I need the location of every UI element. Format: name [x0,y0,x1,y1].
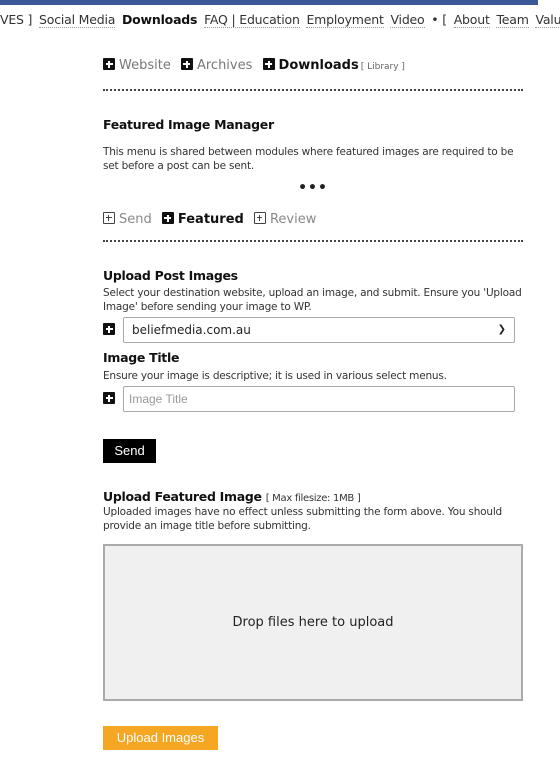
tab-label: Archives [196,58,253,73]
tab-label: Review [269,212,317,227]
nav-item-values[interactable]: Values [535,12,560,28]
divider [103,89,523,91]
plus-square-icon [103,58,115,70]
plus-square-icon[interactable] [103,323,115,335]
nav-item-about[interactable]: About [453,12,490,28]
image-title-description: Ensure your image is descriptive; it is … [103,370,447,382]
nav-separator: • [ [431,12,447,27]
featured-manager-description: This menu is shared between modules wher… [103,146,514,172]
tab-featured[interactable]: Featured [161,212,244,227]
tab-label: Website [119,58,171,73]
plus-square-icon [180,58,193,70]
max-filesize-note: [ Max filesize: 1MB ] [265,493,361,504]
nav-item-video[interactable]: Video [390,12,425,28]
site-select-row: beliefmedia.com.au ❯ [103,317,515,343]
tab-website[interactable]: Website [103,58,171,73]
upload-images-button[interactable]: Upload Images [103,726,218,750]
featured-manager-title: Featured Image Manager [103,117,274,132]
upload-featured-title: Upload Featured Image[ Max filesize: 1MB… [103,489,361,504]
dropzone-text: Drop files here to upload [232,615,394,630]
tab-label: Featured [177,212,244,227]
plus-square-icon[interactable] [103,392,115,404]
plus-square-outline-icon [103,212,115,224]
plus-square-outline-icon [253,212,266,224]
image-title-heading: Image Title [103,350,180,365]
sub-tabs: Send Featured Review [103,212,322,227]
upload-post-images-title: Upload Post Images [103,268,238,283]
nav-item-social-media[interactable]: Social Media [39,12,115,28]
tab-send[interactable]: Send [103,212,152,227]
nav-item-faq-education[interactable]: FAQ | Education [204,12,300,28]
top-navigation: VES ] Social Media Downloads FAQ | Educa… [0,12,560,32]
nav-item-archives-bracket: VES ] [0,12,33,27]
library-link[interactable]: [ Library ] [361,62,405,72]
tab-downloads[interactable]: Downloads[ Library ] [262,58,405,73]
top-tabs: Website Archives Downloads[ Library ] [103,58,411,73]
top-accent-bar [0,0,538,5]
upload-featured-description: Uploaded images have no effect unless su… [103,506,503,532]
tab-review[interactable]: Review [253,212,317,227]
plus-square-icon [262,58,275,70]
nav-item-team[interactable]: Team [496,12,529,28]
plus-square-icon [161,212,174,224]
divider [103,240,523,242]
file-dropzone[interactable]: Drop files here to upload [103,544,523,701]
image-title-input[interactable]: Image Title [123,386,515,412]
image-title-row: Image Title [103,386,515,412]
chevron-down-icon: ❯ [497,324,506,335]
send-button[interactable]: Send [103,439,156,463]
upload-featured-title-text: Upload Featured Image [103,489,262,504]
site-select-value: beliefmedia.com.au [132,323,251,337]
tab-archives[interactable]: Archives [180,58,253,73]
nav-item-downloads[interactable]: Downloads [122,12,198,27]
more-ellipsis[interactable]: ••• [103,180,523,196]
nav-item-employment[interactable]: Employment [306,12,384,28]
upload-post-images-description: Select your destination website, upload … [103,287,522,313]
tab-label: Downloads [278,58,359,73]
tab-label: Send [119,212,152,227]
site-select[interactable]: beliefmedia.com.au ❯ [123,317,515,343]
